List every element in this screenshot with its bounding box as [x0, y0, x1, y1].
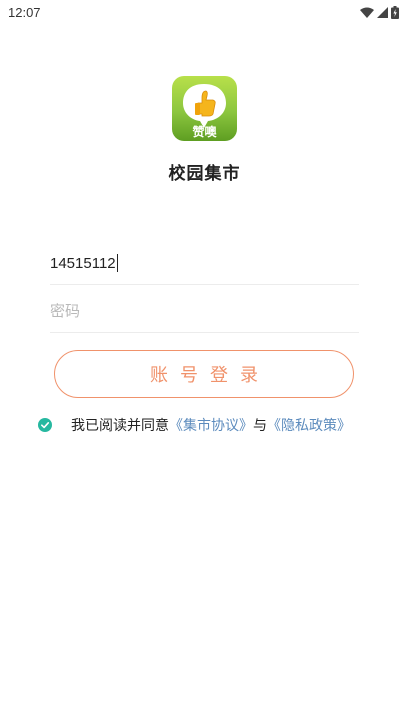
agreement-row: 我已阅读并同意 《集市协议》 与 《隐私政策》	[38, 414, 351, 436]
privacy-policy-link[interactable]: 《隐私政策》	[267, 415, 351, 435]
signal-icon	[377, 6, 388, 18]
account-input[interactable]: 14515112	[50, 255, 116, 272]
logo-text: 赞噢	[191, 124, 217, 139]
wifi-icon	[360, 7, 374, 18]
agreement-text: 我已阅读并同意	[71, 418, 169, 434]
thumbs-up-icon: 赞噢	[183, 84, 226, 139]
account-field-container: 14515112	[50, 242, 359, 285]
app-logo: 赞噢	[172, 76, 237, 141]
status-icons	[360, 5, 399, 19]
market-agreement-link[interactable]: 《集市协议》	[169, 415, 253, 435]
password-field-container	[50, 290, 359, 333]
account-login-button[interactable]: 账号登录	[54, 350, 354, 398]
status-time: 12:07	[8, 4, 41, 20]
password-input[interactable]	[50, 302, 359, 320]
app-title: 校园集市	[168, 164, 241, 184]
agreement-conjunction: 与	[253, 418, 267, 434]
status-bar: 12:07	[0, 0, 409, 24]
battery-icon	[391, 5, 399, 19]
login-screen: 12:07 赞噢 校园集市 14515112 账号登录 我已阅读并同意 《集市协…	[0, 0, 409, 727]
agreement-checkbox-checked-icon[interactable]	[38, 418, 52, 432]
text-cursor	[116, 254, 118, 272]
